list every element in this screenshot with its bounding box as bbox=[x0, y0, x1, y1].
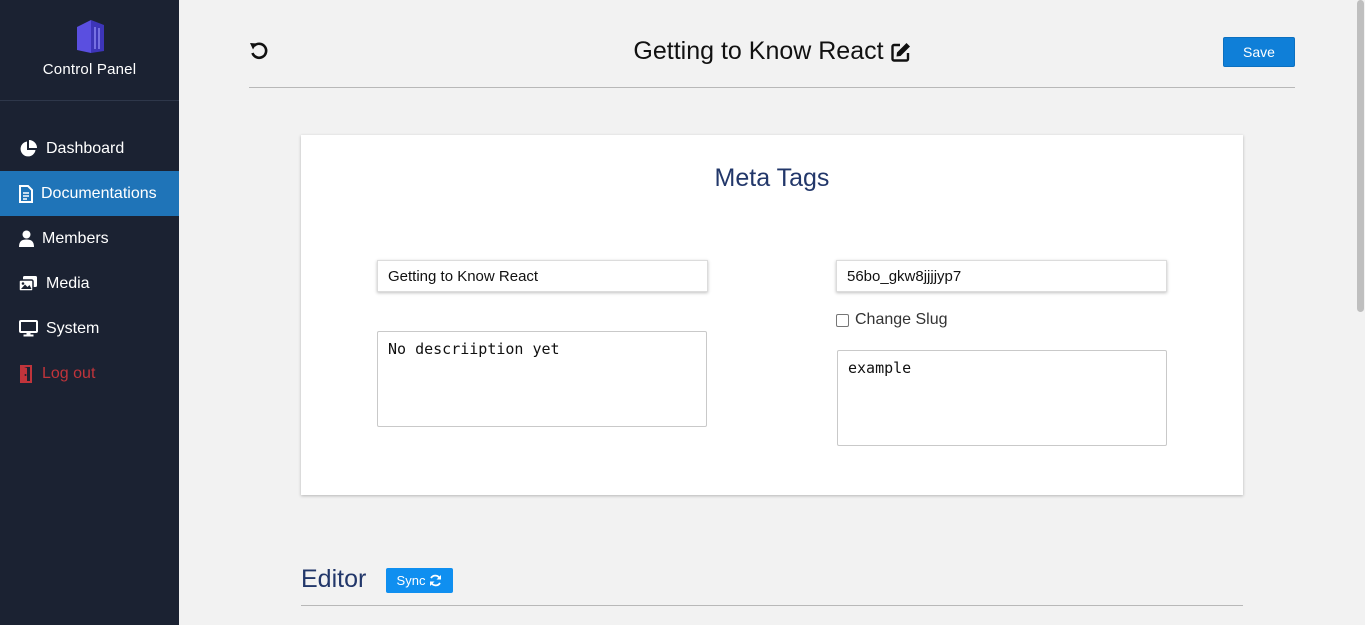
sync-button[interactable]: Sync bbox=[386, 568, 453, 593]
sidebar-item-members[interactable]: Members bbox=[0, 216, 179, 261]
sidebar-item-label: Dashboard bbox=[46, 139, 125, 157]
sidebar-nav: Dashboard Documentations Members Media S… bbox=[0, 126, 179, 396]
monitor-icon bbox=[18, 320, 38, 338]
edit-icon[interactable] bbox=[890, 42, 911, 62]
page-header: Getting to Know React Save bbox=[249, 0, 1295, 88]
save-button[interactable]: Save bbox=[1223, 37, 1295, 67]
sidebar-item-label: Members bbox=[42, 229, 109, 247]
description-textarea[interactable]: No descriiption yet bbox=[377, 331, 707, 427]
sidebar-item-label: Media bbox=[46, 274, 90, 292]
page-scrollbar[interactable] bbox=[1356, 0, 1365, 625]
door-icon bbox=[18, 364, 34, 383]
page-title: Getting to Know React bbox=[633, 37, 884, 65]
change-slug-option: Change Slug bbox=[836, 311, 948, 329]
document-icon bbox=[18, 184, 33, 203]
sidebar-item-label: Documentations bbox=[41, 184, 157, 202]
change-slug-checkbox[interactable] bbox=[836, 313, 849, 327]
sync-label: Sync bbox=[396, 573, 426, 588]
editor-title: Editor bbox=[301, 565, 367, 593]
slug-input[interactable]: 56bo_gkw8jjjjyp7 bbox=[836, 260, 1167, 292]
brand: Control Panel bbox=[0, 0, 179, 101]
meta-tags-card: Meta Tags Getting to Know React No descr… bbox=[301, 135, 1243, 495]
sidebar-item-logout[interactable]: Log out bbox=[0, 351, 179, 396]
sidebar-item-label: Log out bbox=[42, 364, 96, 382]
sidebar-item-system[interactable]: System bbox=[0, 306, 179, 351]
building-logo-icon bbox=[76, 20, 104, 53]
sidebar-item-dashboard[interactable]: Dashboard bbox=[0, 126, 179, 171]
user-icon bbox=[18, 230, 34, 248]
refresh-icon bbox=[430, 574, 442, 587]
title-wrap: Getting to Know React bbox=[249, 37, 1295, 66]
meta-tags-title: Meta Tags bbox=[714, 164, 830, 192]
sidebar-item-documentations[interactable]: Documentations bbox=[0, 171, 179, 216]
scrollbar-thumb[interactable] bbox=[1357, 0, 1364, 312]
pie-chart-icon bbox=[18, 139, 38, 158]
change-slug-label[interactable]: Change Slug bbox=[855, 311, 948, 329]
keywords-textarea[interactable]: example bbox=[837, 350, 1167, 446]
editor-divider bbox=[301, 605, 1243, 606]
images-icon bbox=[18, 275, 38, 293]
sidebar-item-label: System bbox=[46, 319, 100, 337]
sidebar: Control Panel Dashboard Documentations M… bbox=[0, 0, 179, 625]
title-input[interactable]: Getting to Know React bbox=[377, 260, 708, 292]
brand-name: Control Panel bbox=[42, 61, 137, 78]
sidebar-item-media[interactable]: Media bbox=[0, 261, 179, 306]
